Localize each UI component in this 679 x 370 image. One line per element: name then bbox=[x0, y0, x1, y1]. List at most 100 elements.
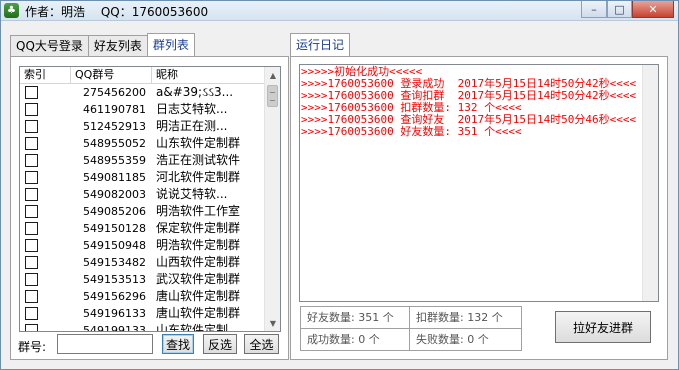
group-id-cell: 548955052 bbox=[83, 137, 146, 150]
table-row[interactable]: 548955052 山东软件定制群 bbox=[20, 135, 265, 152]
friend-count-stat: 好友数量: 351 个 bbox=[300, 306, 410, 329]
table-row[interactable]: 549199133 山东软件定制 bbox=[20, 322, 265, 332]
group-name-cell: 山东软件定制群 bbox=[156, 136, 241, 150]
row-checkbox-cell bbox=[20, 101, 71, 118]
row-checkbox[interactable] bbox=[25, 273, 38, 286]
row-checkbox[interactable] bbox=[25, 324, 38, 331]
minimize-button[interactable]: – bbox=[581, 1, 607, 18]
log-lines: >>>>>初始化成功<<<<< >>>>1760053600 登录成功 2017年… bbox=[301, 66, 636, 138]
group-id-label: 群号: bbox=[18, 340, 47, 354]
group-id-cell: 549153482 bbox=[83, 256, 146, 269]
row-checkbox[interactable] bbox=[25, 290, 38, 303]
column-header-nickname[interactable]: 昵称 bbox=[152, 67, 265, 84]
table-scrollbar[interactable]: ▲ ▼ bbox=[264, 67, 280, 331]
invite-friends-to-group-button[interactable]: 拉好友进群 bbox=[555, 311, 651, 343]
group-name-cell: 日志艾特软... bbox=[156, 102, 228, 116]
tab-friend-list[interactable]: 好友列表 bbox=[87, 35, 148, 56]
row-checkbox-cell bbox=[20, 271, 71, 288]
scroll-thumb[interactable] bbox=[267, 85, 278, 107]
column-header-group-id[interactable]: QQ群号 bbox=[71, 67, 152, 84]
table-row[interactable]: 549081185 河北软件定制群 bbox=[20, 169, 265, 186]
group-id-cell: 549153513 bbox=[83, 273, 146, 286]
row-checkbox[interactable] bbox=[25, 86, 38, 99]
row-checkbox[interactable] bbox=[25, 154, 38, 167]
group-name-cell: 山西软件定制群 bbox=[156, 255, 241, 269]
row-checkbox[interactable] bbox=[25, 103, 38, 116]
group-name-cell: 河北软件定制群 bbox=[156, 170, 241, 184]
author-label: 作者：明浩 bbox=[25, 5, 86, 19]
table-row[interactable]: 549153513 武汉软件定制群 bbox=[20, 271, 265, 288]
row-checkbox-cell bbox=[20, 254, 71, 271]
table-row[interactable]: 512452913 明洁正在测... bbox=[20, 118, 265, 135]
group-id-cell: 512452913 bbox=[83, 120, 146, 133]
table-row[interactable]: 548955359 浩正在测试软件 bbox=[20, 152, 265, 169]
column-header-index[interactable]: 索引 bbox=[20, 67, 71, 84]
group-name-cell: 山东软件定制 bbox=[156, 323, 229, 332]
row-checkbox-cell bbox=[20, 220, 71, 237]
table-row[interactable]: 549150948 明浩软件定制群 bbox=[20, 237, 265, 254]
group-count-stat: 扣群数量: 132 个 bbox=[409, 306, 522, 329]
table-row[interactable]: 549082003 说说艾特软... bbox=[20, 186, 265, 203]
row-checkbox[interactable] bbox=[25, 239, 38, 252]
row-checkbox-cell bbox=[20, 288, 71, 305]
maximize-icon: □ bbox=[614, 2, 625, 16]
log-line: >>>>1760053600 好友数量: 351 个<<<< bbox=[301, 125, 522, 138]
row-checkbox-cell bbox=[20, 152, 71, 169]
group-id-cell: 549085206 bbox=[83, 205, 146, 218]
table-row[interactable]: 275456200 a&#39;ઽઽ3... bbox=[20, 84, 265, 101]
table-body: 275456200 a&#39;ઽઽ3... 461190781 日志艾特软... 51… bbox=[20, 84, 265, 332]
row-checkbox[interactable] bbox=[25, 171, 38, 184]
group-name-cell: 说说艾特软... bbox=[156, 187, 228, 201]
row-checkbox[interactable] bbox=[25, 137, 38, 150]
select-all-button[interactable]: 全选 bbox=[244, 334, 279, 354]
table-row[interactable]: 549150128 保定软件定制群 bbox=[20, 220, 265, 237]
row-checkbox[interactable] bbox=[25, 188, 38, 201]
table-row[interactable]: 461190781 日志艾特软... bbox=[20, 101, 265, 118]
tab-qq-login[interactable]: QQ大号登录 bbox=[10, 35, 89, 56]
row-checkbox-cell bbox=[20, 237, 71, 254]
row-checkbox-cell bbox=[20, 186, 71, 203]
row-checkbox[interactable] bbox=[25, 307, 38, 320]
table-row[interactable]: 549156296 唐山软件定制群 bbox=[20, 288, 265, 305]
scroll-up-icon[interactable]: ▲ bbox=[265, 67, 280, 83]
row-checkbox[interactable] bbox=[25, 222, 38, 235]
group-id-cell: 275456200 bbox=[83, 86, 146, 99]
group-id-cell: 549199133 bbox=[83, 324, 146, 332]
row-checkbox[interactable] bbox=[25, 256, 38, 269]
close-button[interactable]: ✕ bbox=[632, 1, 674, 18]
tab-group-list[interactable]: 群列表 bbox=[146, 33, 195, 56]
group-id-input[interactable] bbox=[57, 334, 153, 354]
row-checkbox-cell bbox=[20, 169, 71, 186]
row-checkbox-cell bbox=[20, 135, 71, 152]
group-id-cell: 549156296 bbox=[83, 290, 146, 303]
log-scrollbar[interactable] bbox=[642, 65, 658, 301]
group-id-cell: 549150128 bbox=[83, 222, 146, 235]
row-checkbox-cell bbox=[20, 118, 71, 135]
row-checkbox[interactable] bbox=[25, 120, 38, 133]
table-row[interactable]: 549153482 山西软件定制群 bbox=[20, 254, 265, 271]
left-tab-strip: QQ大号登录 好友列表 群列表 bbox=[10, 33, 195, 57]
tab-run-log[interactable]: 运行日记 bbox=[290, 33, 351, 56]
window-title: 作者：明浩 QQ：1760053600 bbox=[25, 3, 220, 20]
row-checkbox-cell bbox=[20, 203, 71, 220]
group-name-cell: 武汉软件定制群 bbox=[156, 272, 241, 286]
title-bar[interactable]: ♣ 作者：明浩 QQ：1760053600 – □ ✕ bbox=[1, 1, 678, 21]
group-id-cell: 549082003 bbox=[83, 188, 146, 201]
group-name-cell: 明浩软件工作室 bbox=[156, 204, 241, 218]
group-id-cell: 549150948 bbox=[83, 239, 146, 252]
group-name-cell: 唐山软件定制群 bbox=[156, 306, 241, 320]
group-table: 索引 QQ群号 昵称 275456200 a&#39;ઽઽ3... 46119078… bbox=[19, 66, 281, 332]
group-name-cell: 唐山软件定制群 bbox=[156, 289, 241, 303]
log-output[interactable]: >>>>>初始化成功<<<<< >>>>1760053600 登录成功 2017年… bbox=[299, 64, 659, 302]
qq-label: QQ：1760053600 bbox=[100, 5, 209, 19]
table-row[interactable]: 549196133 唐山软件定制群 bbox=[20, 305, 265, 322]
table-row[interactable]: 549085206 明浩软件工作室 bbox=[20, 203, 265, 220]
row-checkbox[interactable] bbox=[25, 205, 38, 218]
scroll-down-icon[interactable]: ▼ bbox=[265, 315, 280, 331]
maximize-button[interactable]: □ bbox=[607, 1, 632, 18]
success-count-stat: 成功数量: 0 个 bbox=[300, 328, 410, 351]
find-button[interactable]: 查找 bbox=[162, 334, 194, 354]
group-id-cell: 549196133 bbox=[83, 307, 146, 320]
group-name-cell: a&#39;ઽઽ3... bbox=[156, 85, 234, 99]
invert-selection-button[interactable]: 反选 bbox=[203, 334, 237, 354]
